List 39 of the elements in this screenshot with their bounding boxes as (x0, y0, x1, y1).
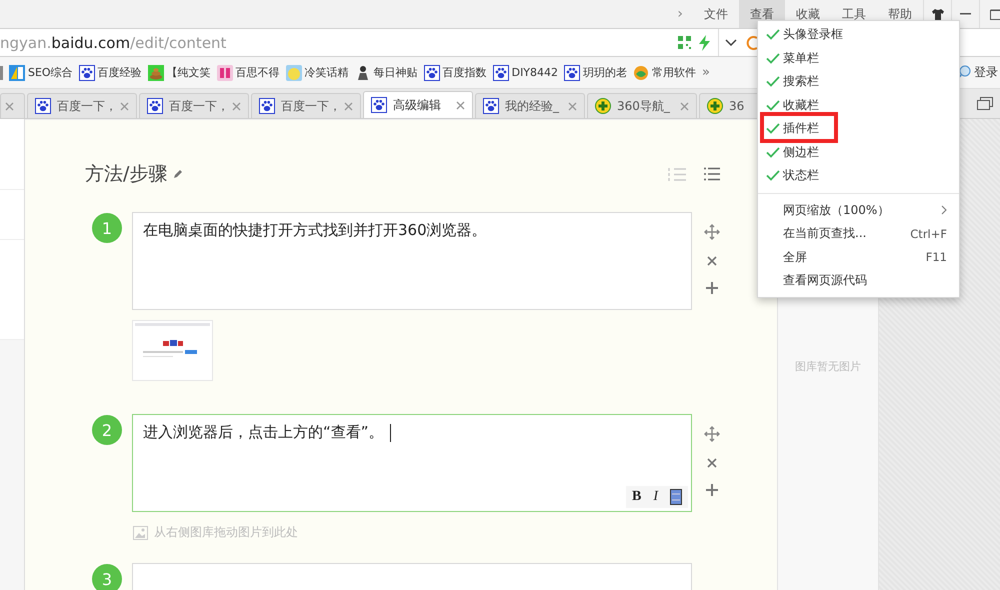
bookmarks-more[interactable]: » (702, 65, 710, 80)
browser-tab[interactable]: 百度一下， (251, 93, 361, 118)
step-number: 1 (92, 213, 122, 243)
browser-tab[interactable]: 我的经验_ (475, 93, 585, 118)
step-text-field[interactable]: 进入浏览器后，点击上方的“查看”。 B I (132, 414, 692, 512)
menu-item[interactable]: 查看网页源代码 (758, 269, 959, 292)
login-link[interactable]: 登录 (974, 64, 998, 81)
browser-tab[interactable]: 百度一下， (27, 93, 137, 118)
menu-item[interactable]: 侧边栏 (758, 140, 959, 164)
drop-hint: 从右侧图库拖动图片到此处 (154, 524, 298, 541)
menu-item[interactable]: 插件栏 (758, 117, 959, 140)
menu-item[interactable]: 状态栏 (758, 164, 959, 188)
bookmark-link[interactable]: 玥玥的老 (583, 65, 628, 80)
section-heading: 方法/步骤 (85, 162, 168, 187)
bookmark-link[interactable]: 冷笑话精 (304, 65, 349, 80)
bookmark-link[interactable]: 每日神贴 (374, 65, 418, 80)
bookmark-link[interactable]: SEO综合 (28, 65, 73, 80)
menu-item[interactable]: 网页缩放（100%） (758, 198, 959, 222)
bookmark-link[interactable]: 百度经验 (98, 65, 142, 80)
menu-item[interactable]: 菜单栏 (758, 46, 959, 70)
menu-item[interactable]: 在当前页查找... Ctrl+F (758, 222, 959, 246)
browser-tab[interactable]: 360导航_ (587, 93, 697, 118)
italic-button[interactable]: I (653, 489, 658, 505)
step-text-field[interactable]: 在电脑桌面的快捷打开方式找到并打开360浏览器。 (132, 212, 692, 310)
step-number: 2 (92, 415, 122, 445)
url-text[interactable]: ngyan.baidu.com/edit/content (0, 34, 678, 52)
gallery-empty-text: 图库暂无图片 (795, 359, 861, 373)
step-number: 3 (92, 564, 122, 590)
bookmark-link[interactable]: 百思不得 (236, 65, 280, 80)
menu-item[interactable]: 全屏 F11 (758, 246, 959, 269)
menu-bar-item[interactable]: 文件 (693, 0, 739, 28)
menu-item[interactable]: 搜索栏 (758, 70, 959, 94)
bold-button[interactable]: B (632, 489, 642, 505)
browser-tab[interactable]: 高级编辑 (363, 91, 473, 118)
bookmark-link[interactable]: 百度指数 (442, 65, 487, 80)
bookmark-link[interactable]: DIY8442 (512, 66, 558, 79)
browser-tab[interactable]: 百度一下， (139, 93, 249, 118)
bookmark-link[interactable]: 【纯文笑 (166, 65, 211, 80)
bookmark-link[interactable]: 常用软件 (652, 65, 696, 80)
